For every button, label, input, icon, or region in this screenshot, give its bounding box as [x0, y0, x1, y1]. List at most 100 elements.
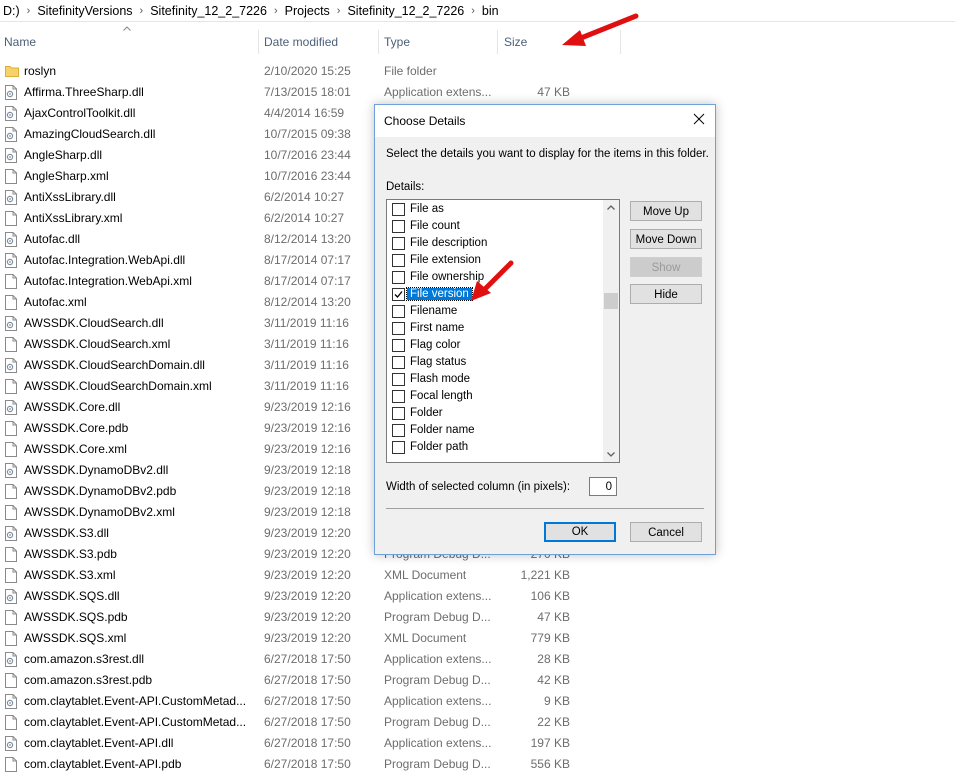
details-list-item[interactable]: First name [387, 320, 601, 337]
column-size[interactable]: Size [504, 22, 527, 60]
move-down-button[interactable]: Move Down [630, 229, 702, 249]
breadcrumb-separator-icon[interactable]: › [270, 5, 282, 17]
checkbox[interactable] [392, 339, 405, 352]
details-item-label: File version [406, 287, 473, 301]
dll-file-icon [5, 463, 17, 478]
details-list-item[interactable]: Filename [387, 303, 601, 320]
file-row[interactable]: AWSSDK.S3.xml 9/23/2019 12:20 XML Document… [0, 565, 620, 586]
column-name[interactable]: Name [4, 22, 36, 60]
checkbox[interactable] [392, 407, 405, 420]
file-name: AngleSharp.dll [24, 148, 103, 162]
file-type: File folder [384, 64, 437, 78]
file-name: com.claytablet.Event-API.dll [24, 736, 174, 750]
column-divider[interactable] [378, 30, 379, 54]
dll-file-icon [5, 526, 17, 541]
breadcrumb-item[interactable]: Sitefinity_12_2_7226 [344, 4, 467, 18]
file-name: AWSSDK.DynamoDBv2.xml [24, 505, 175, 519]
checkbox[interactable] [392, 305, 405, 318]
checkbox[interactable] [392, 356, 405, 369]
checkbox[interactable] [392, 237, 405, 250]
breadcrumb[interactable]: D:) › SitefinityVersions › Sitefinity_12_2_7… [0, 0, 955, 22]
checkbox[interactable] [392, 322, 405, 335]
file-row[interactable]: com.amazon.s3rest.pdb 6/27/2018 17:50 Prog… [0, 670, 620, 691]
file-icon [5, 505, 17, 520]
breadcrumb-item[interactable]: D:) [0, 4, 23, 18]
ok-button[interactable]: OK [544, 522, 616, 542]
details-list-item[interactable]: Folder [387, 405, 601, 422]
breadcrumb-item[interactable]: Projects [282, 4, 333, 18]
column-width-input[interactable]: 0 [589, 477, 617, 496]
file-row[interactable]: com.amazon.s3rest.dll 6/27/2018 17:50 Appl… [0, 649, 620, 670]
file-date-modified: 6/27/2018 17:50 [264, 694, 351, 708]
cancel-button[interactable]: Cancel [630, 522, 702, 542]
show-button[interactable]: Show [630, 257, 702, 277]
checkbox[interactable] [392, 220, 405, 233]
file-row[interactable]: AWSSDK.SQS.pdb 9/23/2019 12:20 Program Deb… [0, 607, 620, 628]
breadcrumb-item[interactable]: bin [479, 4, 502, 18]
scroll-down-icon[interactable] [607, 452, 615, 457]
checkbox[interactable] [392, 288, 405, 301]
listbox-scrollbar[interactable] [603, 200, 619, 462]
checkbox[interactable] [392, 271, 405, 284]
details-list-item[interactable]: File description [387, 235, 601, 252]
file-row[interactable]: AWSSDK.SQS.dll 9/23/2019 12:20 Application… [0, 586, 620, 607]
file-date-modified: 2/10/2020 15:25 [264, 64, 351, 78]
column-date-modified[interactable]: Date modified [264, 22, 338, 60]
checkbox[interactable] [392, 254, 405, 267]
file-date-modified: 8/12/2014 13:20 [264, 232, 351, 246]
file-icon [5, 547, 17, 562]
file-row[interactable]: AWSSDK.SQS.xml 9/23/2019 12:20 XML Documen… [0, 628, 620, 649]
file-name: com.claytablet.Event-API.CustomMetad... [24, 694, 247, 708]
details-item-label: File description [410, 237, 488, 249]
close-icon[interactable] [693, 113, 705, 125]
breadcrumb-item[interactable]: Sitefinity_12_2_7226 [147, 4, 270, 18]
sort-ascending-icon[interactable] [123, 26, 131, 31]
file-size: 106 KB [530, 589, 570, 603]
file-icon [5, 757, 17, 772]
scroll-up-icon[interactable] [607, 205, 615, 210]
column-divider[interactable] [258, 30, 259, 54]
file-type: Application extens... [384, 652, 492, 666]
file-row[interactable]: com.claytablet.Event-API.dll 6/27/2018 17… [0, 733, 620, 754]
column-width-label: Width of selected column (in pixels): [386, 481, 571, 493]
move-up-button[interactable]: Move Up [630, 201, 702, 221]
hide-button[interactable]: Hide [630, 284, 702, 304]
details-list-item[interactable]: File count [387, 218, 601, 235]
file-date-modified: 9/23/2019 12:16 [264, 442, 351, 456]
checkbox[interactable] [392, 390, 405, 403]
dialog-titlebar[interactable]: Choose Details [375, 105, 715, 137]
breadcrumb-separator-icon[interactable]: › [23, 5, 35, 17]
details-list-item[interactable]: Flag color [387, 337, 601, 354]
file-date-modified: 3/11/2019 11:16 [264, 337, 349, 351]
details-list-item[interactable]: Folder name [387, 422, 601, 439]
file-row[interactable]: roslyn 2/10/2020 15:25 File folder [0, 61, 620, 82]
breadcrumb-separator-icon[interactable]: › [136, 5, 148, 17]
file-name: com.claytablet.Event-API.pdb [24, 757, 182, 771]
checkbox[interactable] [392, 373, 405, 386]
column-type[interactable]: Type [384, 22, 410, 60]
checkbox[interactable] [392, 441, 405, 454]
details-item-label: Flash mode [410, 373, 471, 385]
scroll-thumb[interactable] [604, 293, 618, 309]
checkbox[interactable] [392, 203, 405, 216]
breadcrumb-item[interactable]: SitefinityVersions [34, 4, 135, 18]
file-date-modified: 9/23/2019 12:18 [264, 463, 351, 477]
details-list-item[interactable]: File as [387, 201, 601, 218]
file-row[interactable]: Affirma.ThreeSharp.dll 7/13/2015 18:01 App… [0, 82, 620, 103]
breadcrumb-separator-icon[interactable]: › [333, 5, 345, 17]
details-list-item[interactable]: Folder path [387, 439, 601, 456]
details-listbox[interactable]: File as File count File description File ex… [386, 199, 620, 463]
file-row[interactable]: com.claytablet.Event-API.CustomMetad... 6… [0, 691, 620, 712]
details-list-item[interactable]: Flash mode [387, 371, 601, 388]
details-list-item[interactable]: Flag status [387, 354, 601, 371]
dll-file-icon [5, 85, 17, 100]
file-row[interactable]: com.claytablet.Event-API.pdb 6/27/2018 17… [0, 754, 620, 775]
column-divider[interactable] [497, 30, 498, 54]
checkbox[interactable] [392, 424, 405, 437]
breadcrumb-separator-icon[interactable]: › [467, 5, 479, 17]
column-header: Name Date modified Type Size [0, 22, 955, 60]
details-list-item[interactable]: Focal length [387, 388, 601, 405]
file-date-modified: 8/17/2014 07:17 [264, 274, 351, 288]
file-row[interactable]: com.claytablet.Event-API.CustomMetad... 6… [0, 712, 620, 733]
dll-file-icon [5, 589, 17, 604]
